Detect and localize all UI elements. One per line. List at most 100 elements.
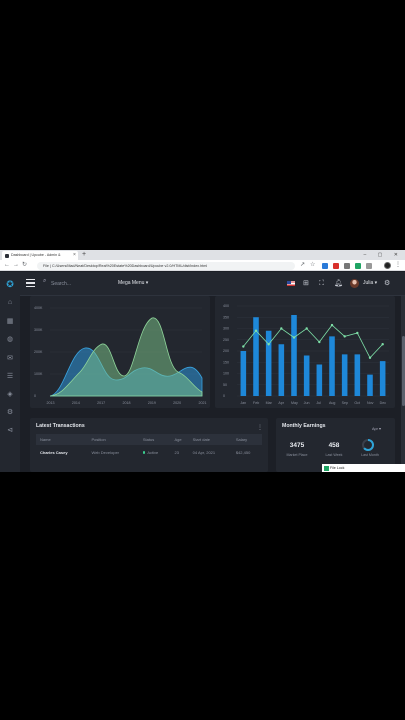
column-header[interactable]: Name: [36, 434, 88, 445]
status-dot-icon: [142, 451, 146, 454]
x-tick-label: Apr: [278, 401, 284, 405]
top-bar: ⌕ Mega Menu ▾ ⊞ ⛶ 🔔︎ Julia ▾ ⚙: [20, 272, 405, 296]
column-header[interactable]: Age: [170, 434, 189, 445]
favicon-icon: [5, 253, 9, 258]
scrollbar-thumb[interactable]: [401, 336, 405, 406]
line-point[interactable]: [267, 343, 270, 346]
transactions-title: Latest Transactions: [36, 423, 85, 429]
new-tab-button[interactable]: +: [82, 250, 86, 260]
scrollbar[interactable]: [401, 296, 405, 472]
transactions-table: Name Position Status Age Start date Sala…: [36, 434, 262, 459]
email-icon[interactable]: ✉: [5, 354, 15, 364]
area-chart-card: 400K 300K 200K 100K 0 2013 2014 2017 2018 2019 202…: [30, 296, 210, 408]
download-toast[interactable]: File Lock: [322, 464, 405, 472]
line-point[interactable]: [280, 327, 283, 330]
x-tick-label: Sep: [342, 401, 348, 405]
dashboard-icon[interactable]: ⌂: [5, 298, 15, 308]
bar[interactable]: [303, 355, 310, 397]
y-tick-label: 200: [223, 349, 229, 353]
bar[interactable]: [354, 354, 361, 396]
settings-gear-icon[interactable]: ⚙: [384, 279, 390, 288]
bar[interactable]: [329, 336, 335, 396]
y-tick-label: 0: [34, 394, 36, 398]
extension-icon[interactable]: [322, 262, 328, 269]
logo-icon[interactable]: ✪: [5, 279, 15, 289]
area-chart: 400K 300K 200K 100K 0 2013 2014 2017 2018 2019 202…: [34, 306, 207, 405]
layouts-icon[interactable]: ◈: [5, 390, 15, 400]
browser-tab[interactable]: Dashboard | Upcube - Admin & ×: [2, 251, 78, 260]
series-area-green: [49, 317, 203, 397]
line-point[interactable]: [254, 329, 258, 332]
column-header[interactable]: Position: [87, 434, 139, 445]
y-tick-label: 200K: [34, 350, 43, 354]
share-icon[interactable]: ⊲: [5, 426, 15, 436]
extension-icon[interactable]: [344, 262, 350, 269]
forward-icon[interactable]: →: [13, 260, 19, 271]
close-icon[interactable]: ×: [73, 251, 76, 260]
line-point[interactable]: [356, 331, 359, 335]
profile-avatar[interactable]: [384, 262, 391, 269]
bar[interactable]: [253, 317, 259, 396]
bar[interactable]: [240, 351, 247, 396]
extension-icon[interactable]: [333, 262, 339, 269]
extensions-puzzle-icon[interactable]: [366, 262, 372, 269]
search-input[interactable]: [51, 279, 111, 288]
y-tick-label: 400: [223, 304, 229, 308]
stat-value: 458: [328, 442, 340, 449]
apps-grid-icon[interactable]: ⊞: [303, 279, 309, 288]
cell-age: 23: [174, 449, 179, 455]
chat-icon[interactable]: ◍: [5, 335, 15, 345]
star-icon[interactable]: ☆: [310, 260, 315, 271]
period-select[interactable]: Apr ▾: [372, 426, 381, 431]
x-tick-label: Nov: [367, 401, 374, 405]
line-point[interactable]: [343, 335, 346, 338]
line-point[interactable]: [381, 343, 384, 346]
menu-toggle-icon[interactable]: [26, 279, 35, 288]
cell-start-date: 04 Apr, 2021: [192, 449, 216, 455]
y-tick-label: 0: [223, 394, 225, 398]
x-tick-label: 2020: [173, 401, 181, 405]
bell-icon[interactable]: 🔔︎: [334, 279, 343, 288]
x-tick-label: Jan: [240, 401, 246, 405]
column-header[interactable]: Start date: [188, 434, 232, 445]
line-point[interactable]: [368, 356, 372, 359]
line-point[interactable]: [318, 340, 321, 344]
tasks-icon[interactable]: ☰: [5, 372, 15, 382]
table-row[interactable]: Charles Casey Web Developer Active 23 04…: [36, 445, 262, 459]
line-point[interactable]: [292, 336, 296, 339]
x-tick-label: Jul: [316, 401, 321, 405]
settings-icon[interactable]: ⚙: [5, 408, 15, 418]
avatar[interactable]: [350, 279, 359, 288]
bar[interactable]: [316, 364, 323, 397]
mega-menu-dropdown[interactable]: Mega Menu ▾: [118, 279, 148, 288]
back-icon[interactable]: ←: [4, 260, 10, 271]
bar[interactable]: [278, 344, 285, 396]
earnings-title: Monthly Earnings: [282, 423, 326, 429]
x-tick-label: 2019: [148, 401, 156, 405]
reload-icon[interactable]: ↻: [22, 260, 27, 271]
share-icon[interactable]: ↗: [300, 260, 305, 271]
more-options-icon[interactable]: ⋮: [257, 424, 263, 431]
column-header[interactable]: Salary: [231, 434, 262, 445]
stat-label: Last Month: [361, 453, 379, 457]
menu-kebab-icon[interactable]: ⋮: [395, 260, 401, 271]
extension-icon[interactable]: [355, 262, 361, 269]
bar[interactable]: [367, 374, 373, 396]
column-header[interactable]: Status: [138, 434, 171, 445]
line-point[interactable]: [242, 345, 245, 348]
search-icon: ⌕: [43, 278, 47, 284]
line-point[interactable]: [330, 323, 334, 327]
bar[interactable]: [341, 354, 348, 396]
user-name[interactable]: Julia ▾: [363, 279, 377, 288]
fullscreen-icon[interactable]: ⛶: [319, 279, 324, 288]
bar[interactable]: [265, 330, 272, 396]
sidebar: ✪ ⌂ ▦ ◍ ✉ ☰ ◈ ⚙ ⊲: [0, 272, 20, 472]
tab-title: Dashboard | Upcube - Admin &: [11, 253, 61, 257]
bar[interactable]: [291, 315, 297, 396]
window-controls[interactable]: – ▢ ✕: [364, 250, 403, 260]
language-flag-icon[interactable]: [287, 281, 295, 286]
bar[interactable]: [379, 361, 386, 396]
calendar-icon[interactable]: ▦: [5, 317, 15, 327]
line-point[interactable]: [305, 327, 308, 330]
url-field[interactable]: File | C:/Users/Mad/Neat/Desktop/Real%20…: [37, 261, 295, 270]
